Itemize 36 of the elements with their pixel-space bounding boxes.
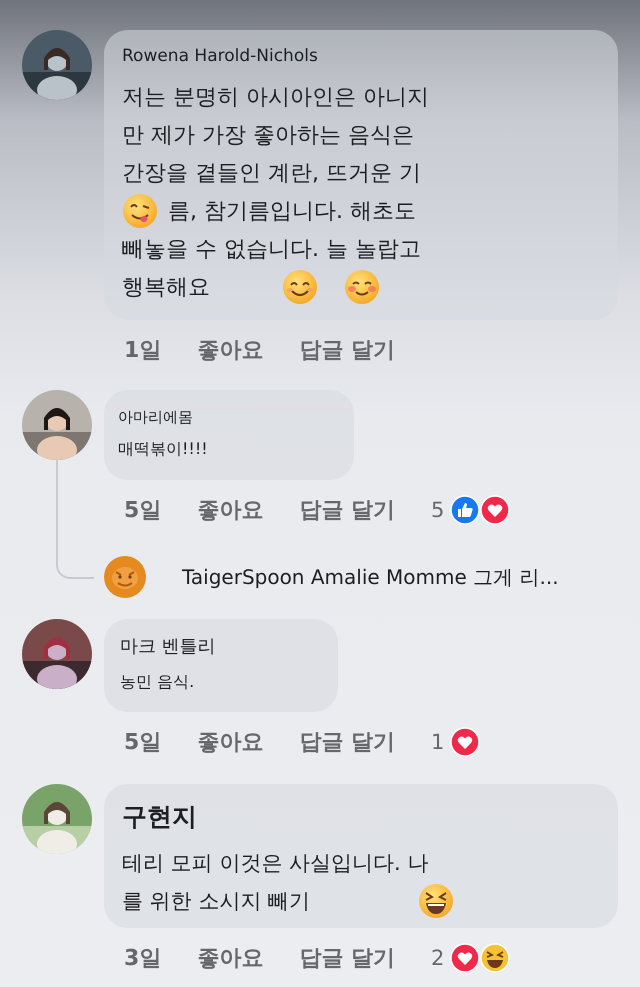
comment-text: 름, 참기름입니다. 해초도 (168, 198, 416, 226)
comment-time: 3일 (124, 944, 162, 972)
smiling-emoji-icon (282, 268, 318, 304)
author-name: Rowena Harold-Nichols (122, 45, 319, 68)
reaction-count: 1 (430, 730, 444, 754)
blushing-emoji-icon (344, 268, 380, 304)
reply-link[interactable]: 답글 달기 (299, 942, 395, 972)
comment-time: 5일 (124, 497, 162, 525)
author-name: 아마리에몸 (118, 406, 194, 428)
like-link[interactable]: 좋아요 (197, 495, 264, 525)
like-link[interactable]: 좋아요 (197, 334, 264, 364)
reply-preview-link[interactable]: TaigerSpoon Amalie Momme 그게 리... (182, 564, 559, 590)
laughing-emoji-icon (418, 882, 454, 918)
comment-text: 만 제가 가장 좋아하는 음식은 (122, 122, 414, 150)
tongue-emoji-icon (122, 192, 158, 228)
reaction-count: 2 (430, 946, 444, 970)
like-link[interactable]: 좋아요 (197, 942, 264, 972)
reply-link[interactable]: 답글 달기 (299, 727, 395, 757)
comment-text: 저는 분명히 아시아인은 아니지 (122, 84, 429, 112)
comment-text: 간장을 곁들인 계란, 뜨거운 기 (122, 160, 421, 188)
like-link[interactable]: 좋아요 (197, 727, 264, 757)
author-name: 구현지 (122, 801, 198, 833)
comment-text: 매떡볶이!!!! (118, 438, 208, 460)
thumbs-up-icon (450, 495, 480, 525)
comment-text: 행복해요 (122, 274, 210, 302)
comment-time: 1일 (124, 336, 162, 364)
comment-text: 를 위한 소시지 빼기 (122, 888, 310, 914)
reaction-count: 5 (430, 498, 444, 522)
comment-text: 테리 모피 이것은 사실입니다. 나 (122, 850, 428, 876)
comment-text: 빼놓을 수 없습니다. 늘 놀랍고 (122, 236, 421, 264)
comment-text: 농민 음식. (120, 672, 194, 692)
reply-link[interactable]: 답글 달기 (299, 495, 395, 525)
reply-link[interactable]: 답글 달기 (299, 334, 395, 364)
author-name: 마크 벤틀리 (120, 635, 217, 659)
comment-time: 5일 (124, 729, 162, 757)
laughing-emoji-icon (480, 942, 510, 972)
